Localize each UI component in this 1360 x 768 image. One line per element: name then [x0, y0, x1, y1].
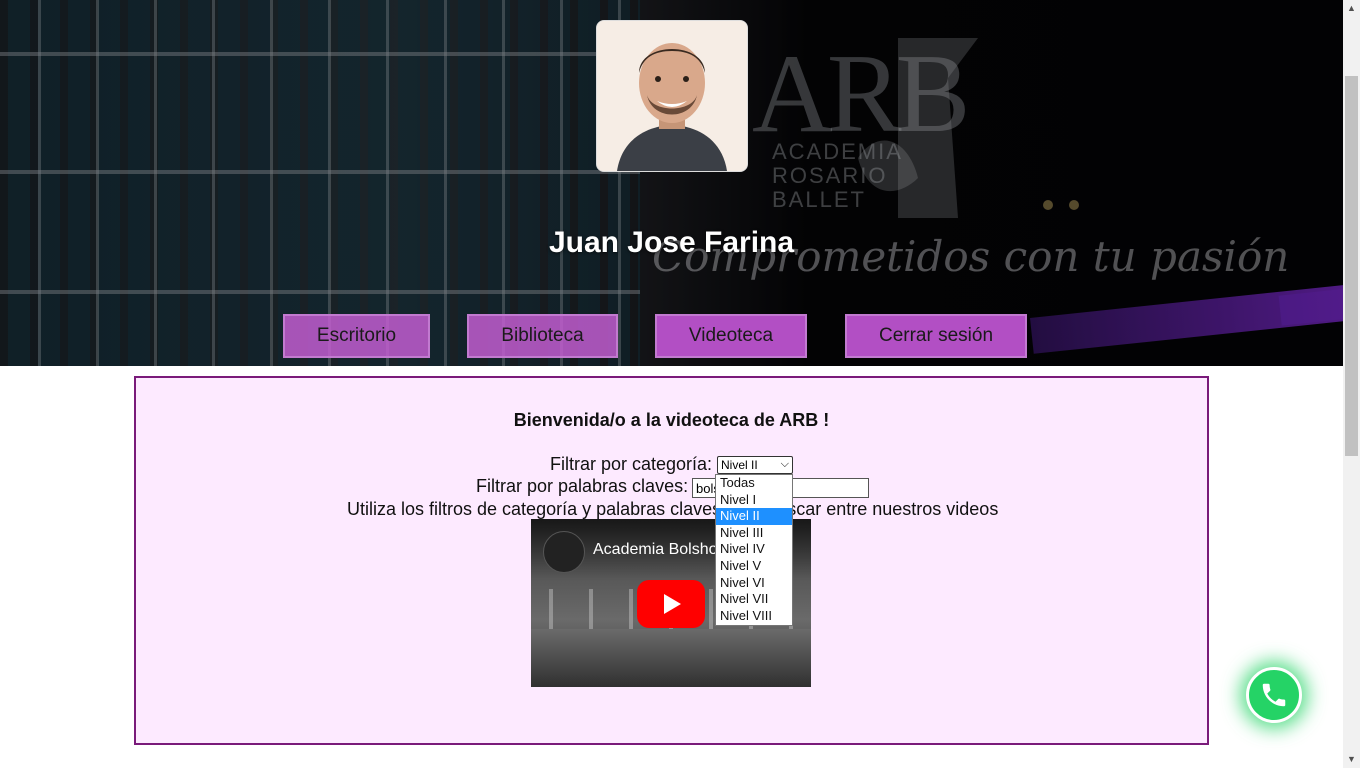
- scroll-up-arrow-icon[interactable]: ▲: [1343, 0, 1360, 17]
- nav-label: Biblioteca: [501, 325, 584, 346]
- channel-avatar[interactable]: [543, 531, 585, 573]
- category-dropdown-list[interactable]: Todas Nivel I Nivel II Nivel III Nivel I…: [715, 474, 793, 626]
- dropdown-option-nivel-iv[interactable]: Nivel IV: [716, 541, 792, 558]
- scroll-down-arrow-icon[interactable]: ▼: [1343, 751, 1360, 768]
- category-select[interactable]: Nivel II ⌵: [717, 456, 793, 474]
- page-scrollbar[interactable]: ▲ ▼: [1343, 0, 1360, 768]
- nav-cerrar-sesion-button[interactable]: Cerrar sesión: [845, 314, 1027, 358]
- dropdown-option-nivel-v[interactable]: Nivel V: [716, 558, 792, 575]
- filter-hint: Utiliza los filtros de categoría y palab…: [347, 499, 999, 519]
- whatsapp-button[interactable]: [1246, 667, 1302, 723]
- nav-label: Cerrar sesión: [878, 325, 994, 346]
- nav-label: Escritorio: [316, 325, 397, 346]
- dropdown-option-nivel-i[interactable]: Nivel I: [716, 492, 792, 509]
- category-select-value: Nivel II: [721, 458, 758, 472]
- scrollbar-thumb[interactable]: [1345, 76, 1358, 456]
- nav-escritorio-button[interactable]: Escritorio: [283, 314, 430, 358]
- user-name: Juan Jose Farina: [548, 226, 795, 259]
- dropdown-option-nivel-viii[interactable]: Nivel VIII: [716, 608, 792, 625]
- dropdown-option-nivel-vii[interactable]: Nivel VII: [716, 591, 792, 608]
- dropdown-option-nivel-iii[interactable]: Nivel III: [716, 525, 792, 542]
- dropdown-option-todas[interactable]: Todas: [716, 475, 792, 492]
- play-icon: [664, 594, 681, 614]
- category-filter-label: Filtrar por categoría:: [550, 454, 713, 474]
- dropdown-option-nivel-ii[interactable]: Nivel II: [716, 508, 792, 525]
- dropdown-option-nivel-vi[interactable]: Nivel VI: [716, 575, 792, 592]
- keywords-filter-label: Filtrar por palabras claves:: [476, 476, 689, 496]
- nav-videoteca-button[interactable]: Videoteca: [655, 314, 807, 358]
- welcome-title: Bienvenida/o a la videoteca de ARB !: [513, 410, 830, 430]
- avatar: [596, 20, 748, 172]
- avatar-image: [597, 21, 747, 171]
- video-thumbnail-floor: [531, 629, 811, 687]
- nav-biblioteca-button[interactable]: Biblioteca: [467, 314, 618, 358]
- nav-label: Videoteca: [688, 325, 774, 346]
- chevron-down-icon: ⌵: [780, 458, 789, 470]
- phone-icon: [1262, 683, 1286, 707]
- video-title[interactable]: Academia Bolshoi: [593, 541, 721, 559]
- play-button[interactable]: [637, 580, 705, 628]
- videoteca-panel: Bienvenida/o a la videoteca de ARB ! Fil…: [134, 376, 1209, 745]
